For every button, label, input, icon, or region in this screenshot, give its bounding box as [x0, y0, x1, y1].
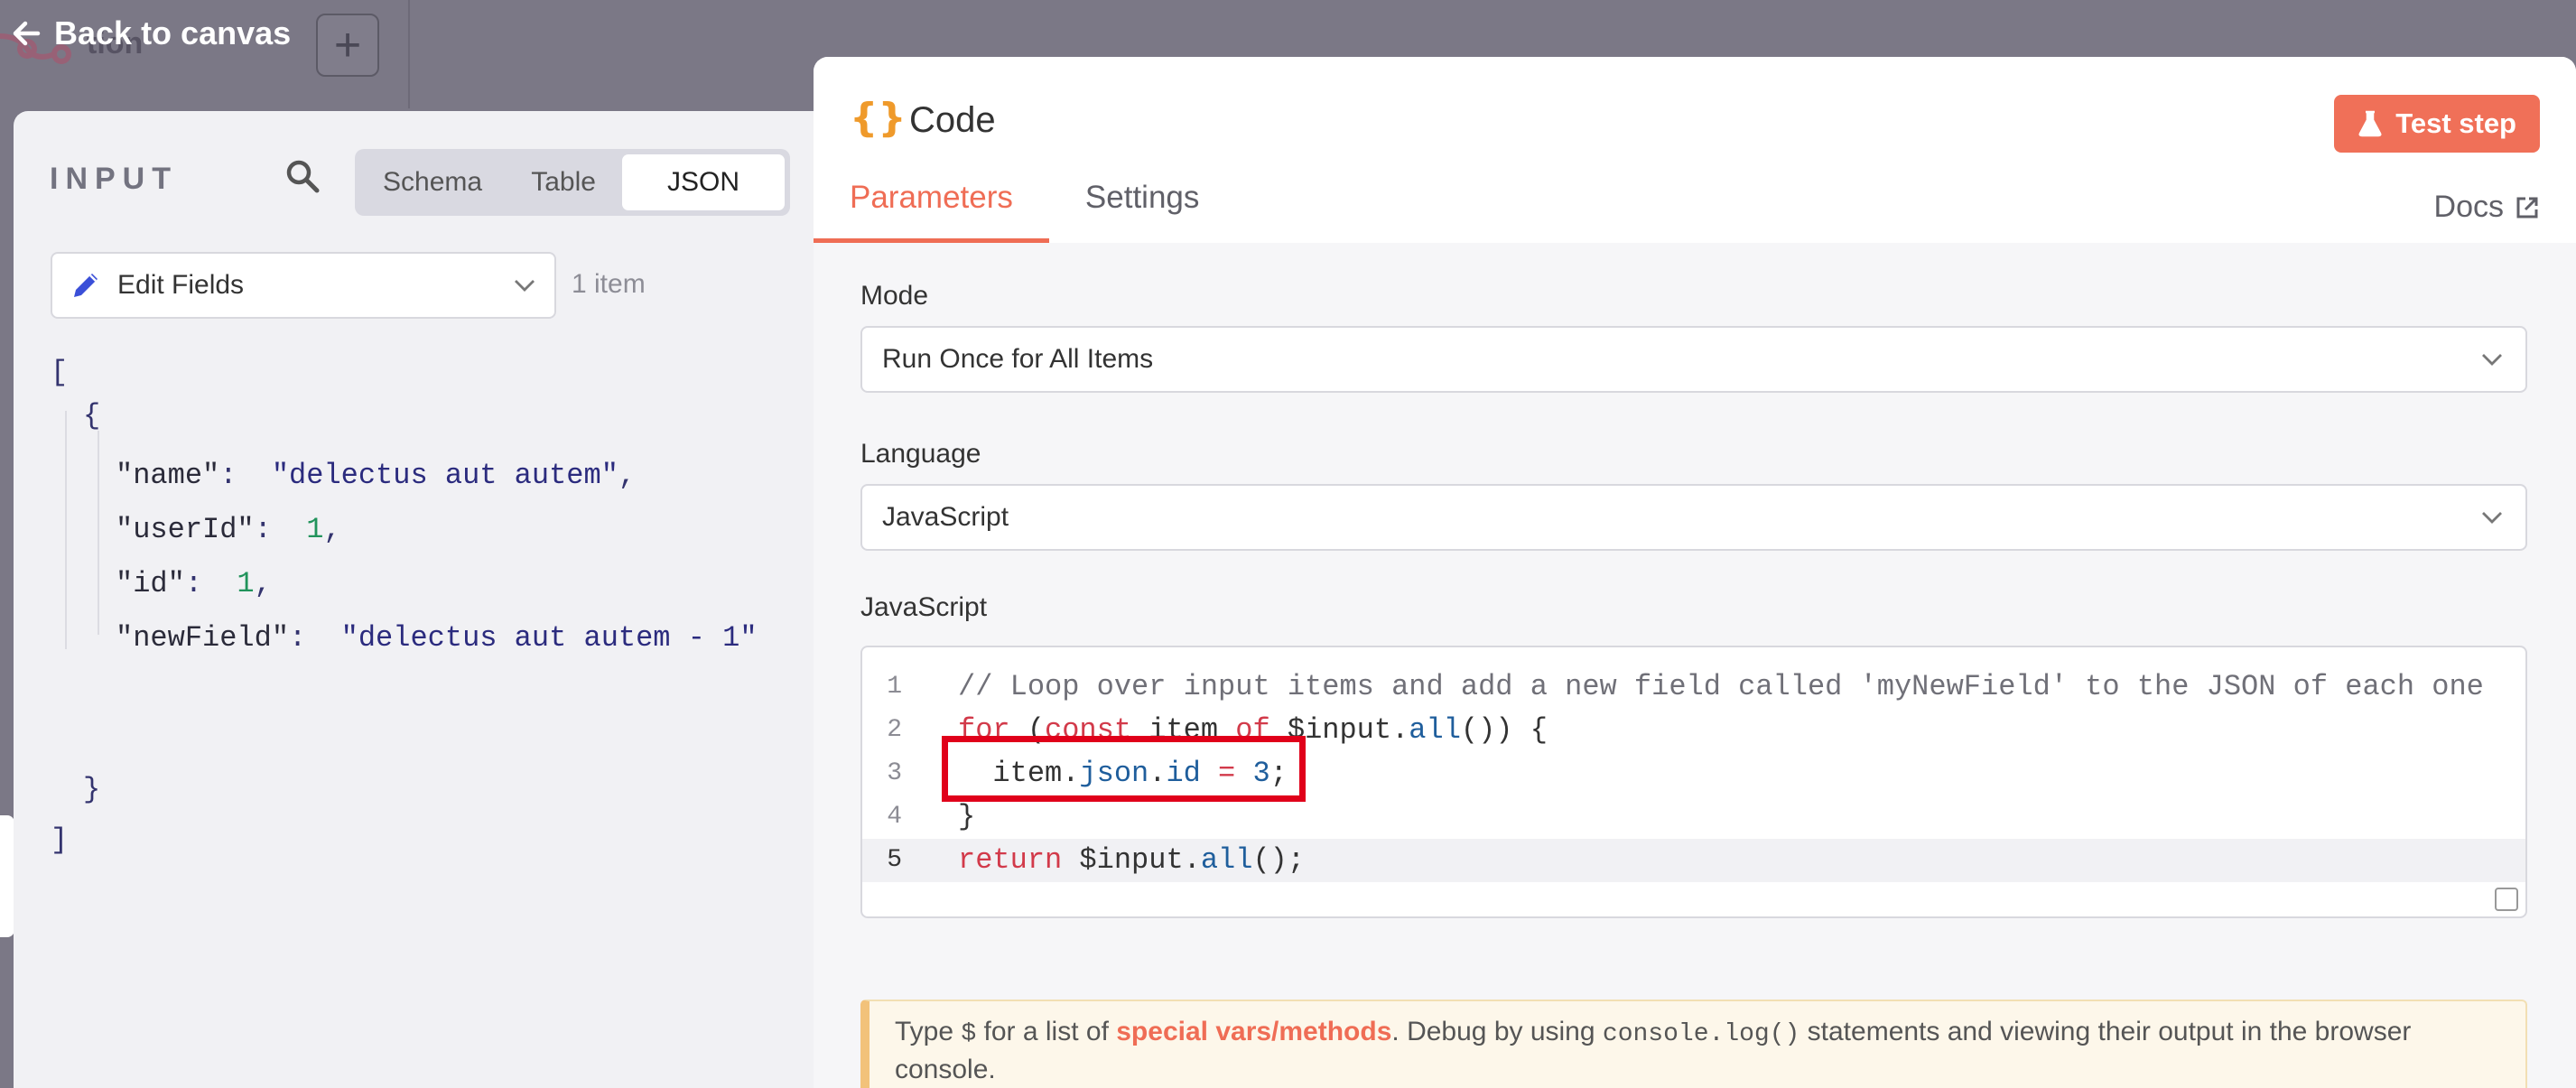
json-key: "newField" [116, 621, 290, 655]
add-node-button[interactable]: + [316, 14, 379, 77]
hint-text: Type [895, 1017, 962, 1046]
line-number: 4 [887, 803, 902, 831]
code-braces-icon: {} [850, 95, 907, 141]
editor-label: JavaScript [860, 592, 988, 622]
json-comma: , [618, 459, 637, 492]
json-open-brace: { [83, 399, 101, 432]
input-panel-title: INPUT [50, 162, 178, 196]
view-mode-schema[interactable]: Schema [360, 154, 505, 210]
json-value: "delectus aut autem" [271, 459, 618, 492]
node-tabs: Parameters Settings [814, 180, 1235, 243]
code-node-panel: {} Code Test step Parameters Settings Do… [814, 57, 2576, 1088]
canvas-divider [408, 0, 410, 108]
chevron-down-icon [2482, 512, 2502, 524]
json-field-line: "id": 1, [116, 566, 272, 602]
annotation-highlight-box [942, 736, 1306, 802]
json-comma: , [254, 567, 272, 600]
line-number: 2 [887, 716, 902, 744]
special-vars-link[interactable]: special vars/methods [1116, 1017, 1391, 1046]
arrow-left-icon [13, 21, 41, 46]
parameters-body: Mode Run Once for All Items Language Jav… [814, 243, 2576, 1088]
external-link-icon [2516, 197, 2538, 218]
docs-label: Docs [2433, 190, 2504, 224]
hint-text: for a list of [976, 1017, 1117, 1046]
view-mode-table[interactable]: Table [508, 154, 618, 210]
hint-text: . Debug by using [1391, 1017, 1603, 1046]
json-indent-guide [98, 431, 99, 635]
mode-label: Mode [860, 281, 929, 311]
left-edge-tab[interactable] [0, 815, 14, 937]
node-title[interactable]: Code [909, 100, 996, 141]
language-value: JavaScript [882, 502, 1009, 532]
json-colon: : [184, 567, 237, 600]
resize-handle-icon[interactable] [2495, 888, 2518, 911]
tab-parameters[interactable]: Parameters [814, 180, 1049, 243]
mode-value: Run Once for All Items [882, 344, 1154, 374]
json-field-line: "userId": 1, [116, 512, 341, 548]
line-number: 5 [887, 846, 902, 874]
view-mode-toggle: Schema Table JSON [355, 149, 790, 216]
json-key: "id" [116, 567, 185, 600]
json-colon: : [219, 459, 272, 492]
chevron-down-icon [515, 280, 535, 292]
hint-callout: Type $ for a list of special vars/method… [860, 1000, 2527, 1088]
json-key: "name" [116, 459, 220, 492]
code-text: } [958, 800, 976, 833]
code-line[interactable]: 4} [862, 795, 2525, 839]
json-value: "delectus aut autem - 1" [340, 621, 758, 655]
json-indent-guide [65, 411, 67, 649]
view-mode-json[interactable]: JSON [622, 154, 785, 210]
code-line[interactable]: 5 return $input.all(); [862, 839, 2525, 882]
code-text: return $input.all(); [958, 843, 1306, 877]
code-text: // Loop over input items and add a new f… [958, 670, 2484, 703]
pencil-icon [74, 274, 98, 297]
source-node-select[interactable]: Edit Fields [51, 252, 556, 319]
json-close-brace: } [83, 773, 101, 806]
json-field-line: "name": "delectus aut autem", [116, 458, 636, 494]
test-step-button[interactable]: Test step [2334, 95, 2540, 153]
tab-settings[interactable]: Settings [1049, 180, 1235, 243]
search-icon[interactable] [284, 158, 321, 194]
back-to-canvas-label: Back to canvas [54, 14, 292, 51]
hint-code: console.log() [1602, 1020, 1800, 1048]
line-number: 3 [887, 759, 902, 787]
json-comma: , [323, 513, 341, 546]
json-open-bracket: [ [51, 356, 69, 389]
input-panel: INPUT Schema Table JSON Edit Fields 1 it… [14, 111, 817, 1088]
json-colon: : [289, 621, 341, 655]
source-node-label: Edit Fields [117, 270, 245, 300]
language-select[interactable]: JavaScript [860, 484, 2527, 551]
json-colon: : [254, 513, 307, 546]
json-value: 1 [306, 513, 324, 546]
chevron-down-icon [2482, 354, 2502, 366]
json-value: 1 [237, 567, 255, 600]
json-close-bracket: ] [51, 823, 69, 857]
docs-link[interactable]: Docs [2434, 190, 2540, 225]
back-to-canvas-link[interactable]: Back to canvas [11, 11, 291, 56]
item-count: 1 item [572, 269, 646, 299]
hint-dollar: $ [961, 1020, 977, 1048]
code-panel-header: {} Code Test step Parameters Settings Do… [814, 57, 2576, 245]
json-field-line: "newField": "delectus aut autem - 1" [116, 620, 758, 656]
language-label: Language [860, 439, 981, 469]
test-step-label: Test step [2395, 107, 2516, 139]
json-key: "userId" [116, 513, 255, 546]
code-line[interactable]: 1 // Loop over input items and add a new … [862, 665, 2525, 709]
mode-select[interactable]: Run Once for All Items [860, 326, 2527, 393]
flask-icon [2358, 110, 2382, 137]
line-number: 1 [887, 673, 902, 701]
